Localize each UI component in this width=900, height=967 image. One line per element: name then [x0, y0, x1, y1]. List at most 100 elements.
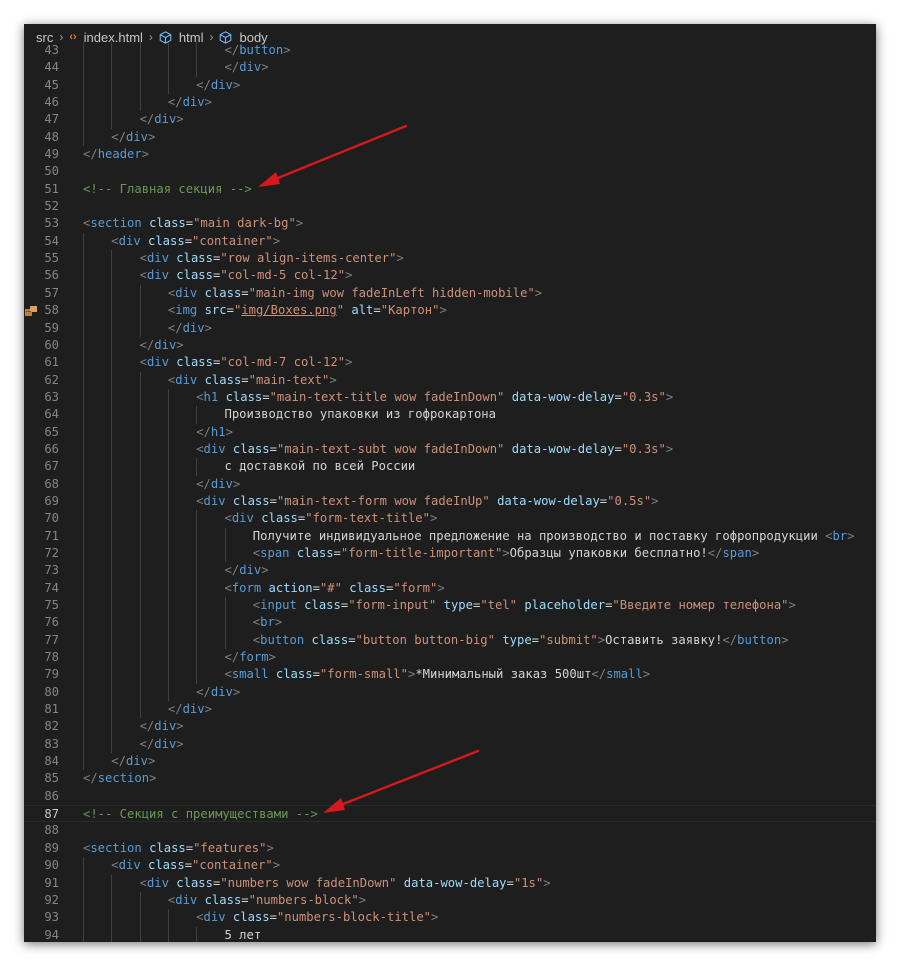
line-number: 63: [44, 389, 59, 404]
code-line[interactable]: 45 </div>: [24, 76, 876, 95]
code-line[interactable]: 92 <div class="numbers-block">: [24, 891, 876, 910]
indent-guide: [196, 527, 198, 545]
code-line[interactable]: 66 <div class="main-text-subt wow fadeInD…: [24, 440, 876, 459]
code-line[interactable]: 79 <small class="form-small">*Минимальный…: [24, 666, 876, 684]
code-token: div: [154, 337, 177, 352]
code-line[interactable]: 64 Производство упаковки из гофрокартона: [24, 406, 876, 424]
code-line[interactable]: 48 </div>: [24, 128, 876, 147]
code-line[interactable]: 77 <button class="button button-big" type…: [24, 631, 876, 650]
code-line[interactable]: 88: [24, 822, 876, 839]
code-line[interactable]: 83 </div>: [24, 735, 876, 754]
code-line[interactable]: 89 <section class="features">: [24, 840, 876, 857]
code-token: "form": [393, 580, 438, 595]
code-token: div: [210, 77, 233, 92]
code-token: </: [139, 337, 155, 352]
indent-guide: [139, 371, 141, 389]
code-line[interactable]: 58 <img src="img/Boxes.png" alt="Картон">: [24, 302, 876, 320]
code-line[interactable]: 85 </section>: [24, 770, 876, 787]
code-line[interactable]: 90 <div class="container">: [24, 857, 876, 875]
indent-guide: [196, 631, 198, 650]
code-line[interactable]: 91 <div class = "numbers wow fadeInDown" da…: [24, 874, 876, 892]
indent-guide: [139, 683, 141, 702]
code-token: div: [146, 355, 169, 370]
code-token: header: [97, 147, 142, 162]
indent-guide: [196, 649, 198, 667]
code-line[interactable]: 49 </header>: [24, 146, 876, 163]
code-line[interactable]: 73 </div>: [24, 562, 876, 580]
line-number: 66: [44, 441, 59, 456]
code-token: </: [707, 545, 723, 560]
indent-guide: [83, 128, 84, 147]
indent-guide: [83, 527, 84, 545]
code-token: div: [239, 563, 262, 578]
code-line[interactable]: 56 <div class="col-md-5 col-12">: [24, 267, 876, 285]
code-line[interactable]: 68 </div>: [24, 475, 876, 493]
indent-guide: [167, 527, 169, 545]
code-line[interactable]: 43 </button>: [24, 42, 876, 60]
indent-guide: [111, 614, 113, 632]
code-line[interactable]: 50: [24, 163, 876, 180]
code-token: div: [146, 251, 169, 266]
code-line[interactable]: 55 <div class="row align-items-center">: [24, 250, 876, 268]
code-token: button: [737, 632, 782, 647]
code-token: =: [269, 441, 277, 456]
code-text: <span class="form-title-important">Образ…: [253, 545, 759, 562]
line-number: 50: [44, 164, 59, 179]
code-line[interactable]: 46 </div>: [24, 94, 876, 112]
code-line[interactable]: 74 <form action="#" class="form">: [24, 579, 876, 597]
code-line[interactable]: 75 <input class="form-input" type="tel" p…: [24, 597, 876, 615]
code-line[interactable]: 52: [24, 198, 876, 215]
indent-guide: [83, 458, 84, 476]
code-token: class: [149, 216, 186, 231]
code-token: br: [832, 528, 848, 543]
code-editor[interactable]: src › ‹› index.html › html › body 43 </bu…: [24, 24, 876, 942]
code-line[interactable]: 93 <div class="numbers-block-title">: [24, 909, 876, 927]
code-line[interactable]: 80 </div>: [24, 683, 876, 702]
line-number: 56: [44, 268, 59, 283]
code-token: div: [175, 892, 198, 907]
code-token: >: [781, 632, 789, 647]
code-token: div: [175, 372, 198, 387]
code-token: </: [196, 77, 211, 92]
code-line[interactable]: 70 <div class="form-text-title">: [24, 510, 876, 528]
code-area[interactable]: 43 </button> 44 </div> 45 </div> 46 </div> 47 </d…: [24, 42, 876, 942]
code-line[interactable]: 81 </div>: [24, 701, 876, 719]
code-line[interactable]: 71 Получите индивидуальное предложение на…: [24, 527, 876, 545]
code-line[interactable]: 76 <br>: [24, 614, 876, 632]
indent-guide: [167, 458, 169, 476]
code-line[interactable]: 67 с доставкой по всей России: [24, 458, 876, 476]
code-token: "0.3s": [621, 389, 666, 404]
code-token: =: [333, 545, 341, 560]
code-line[interactable]: 63 <h1 class="main-text-title wow fadeInD…: [24, 388, 876, 407]
code-line[interactable]: 82 </div>: [24, 718, 876, 736]
code-token: class: [232, 441, 270, 456]
code-line[interactable]: 62 <div class="main-text">: [24, 371, 876, 389]
indent-guide: [83, 42, 84, 60]
code-line[interactable]: 72 <span class="form-title-important">Обр…: [24, 544, 876, 563]
code-line[interactable]: 86: [24, 788, 876, 805]
code-line[interactable]: 61 <div class="col-md-7 col-12">: [24, 354, 876, 372]
code-line[interactable]: 60 </div>: [24, 336, 876, 355]
code-line[interactable]: 44 </div>: [24, 59, 876, 77]
code-token: class: [148, 233, 185, 248]
code-line[interactable]: 54 <div class="container">: [24, 232, 876, 251]
code-line[interactable]: 59 </div>: [24, 319, 876, 337]
code-line[interactable]: 84 </div>: [24, 753, 876, 771]
code-line[interactable]: 78 </form>: [24, 649, 876, 667]
code-line[interactable]: 47 </div>: [24, 111, 876, 129]
indent-guide: [167, 909, 169, 927]
code-line[interactable]: 53 <section class="main dark-bg">: [24, 215, 876, 232]
code-token: data-wow-delay: [403, 875, 507, 890]
code-line[interactable]: 57 <div class="main-img wow fadeInLeft hi…: [24, 284, 876, 303]
indent-guide: [139, 701, 141, 719]
code-line[interactable]: 87 <!-- Секция с преимуществами -->: [24, 805, 876, 823]
indent-guide: [139, 59, 141, 77]
line-number: 73: [44, 563, 59, 578]
code-line[interactable]: 51 <!-- Главная секция -->: [24, 181, 876, 198]
code-line[interactable]: 65 </h1>: [24, 423, 876, 441]
code-line[interactable]: 94 5 лет: [24, 926, 876, 942]
line-number: 54: [44, 233, 59, 248]
code-line[interactable]: 69 <div class="main-text-form wow fadeInU…: [24, 492, 876, 511]
